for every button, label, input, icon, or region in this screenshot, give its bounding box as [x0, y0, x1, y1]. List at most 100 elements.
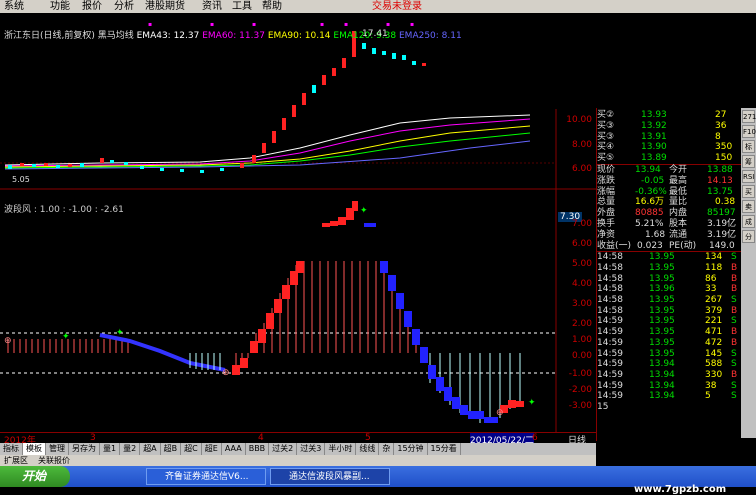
tab-pass3[interactable]: 过关3 — [297, 443, 326, 455]
svg-text:▪: ▪ — [386, 21, 390, 28]
ind-tick: 7.00 — [571, 219, 592, 229]
task-tdx-main[interactable]: 齐鲁证券通达信V6... — [146, 468, 266, 485]
tick-time: 14:58 — [597, 284, 623, 295]
tab-extension[interactable]: 扩展区 — [4, 455, 28, 466]
tab-vol1[interactable]: 量1 — [100, 443, 121, 455]
kline-title: 浙江东日(日线,前复权) 黑马均线 — [4, 31, 134, 41]
side-tool-icon[interactable]: 标 — [742, 140, 755, 153]
tab-indicator[interactable]: 指标 — [0, 443, 23, 455]
tick-tail-label: 15 — [597, 401, 609, 412]
menu-help[interactable]: 帮助 — [262, 0, 282, 13]
buy-vol: 36 — [715, 120, 727, 131]
start-button[interactable]: 开始 — [0, 466, 70, 487]
tick-time: 14:59 — [597, 359, 623, 370]
buy-row: 买② 13.93 27 — [597, 110, 755, 121]
tick-volume: 379 — [705, 305, 723, 316]
menu-function[interactable]: 功能 — [50, 0, 70, 13]
tick-price: 13.96 — [649, 284, 675, 295]
tick-side: B — [731, 327, 738, 338]
buy-price: 13.89 — [641, 153, 667, 164]
stat-row: 净资 1.68 流通 3.19亿 — [597, 230, 755, 241]
tab-super-a[interactable]: 超A — [140, 443, 161, 455]
tab-bbb[interactable]: BBB — [246, 443, 270, 455]
tab-related-quote[interactable]: 关联报价 — [38, 455, 70, 466]
menu-quote[interactable]: 报价 — [82, 0, 102, 13]
buy-price: 13.91 — [641, 131, 667, 142]
tick-volume: 145 — [705, 348, 723, 359]
tab-template[interactable]: 模板 — [23, 443, 46, 455]
buy-label: 买④ — [597, 142, 615, 153]
side-tool-icon[interactable]: 271 — [742, 110, 756, 123]
side-tool-icon[interactable]: 成 — [742, 215, 755, 228]
kline-title-bar: 浙江东日(日线,前复权) 黑马均线 EMA43: 12.37 EMA60: 11… — [4, 28, 462, 41]
tick-side: S — [731, 380, 737, 391]
tab-super-c[interactable]: 超C — [181, 443, 202, 455]
menu-hk-futures[interactable]: 港股期货 — [145, 0, 185, 13]
tick-side: B — [731, 369, 738, 380]
stat-label: PE(动) — [669, 240, 697, 251]
ema43-label: EMA43: 12.37 — [136, 31, 200, 41]
tick-volume: 38 — [705, 380, 717, 391]
ind-tick: 1.00 — [571, 335, 592, 345]
svg-text:✦: ✦ — [360, 206, 368, 216]
ema-lines — [4, 114, 531, 170]
side-tool-icon[interactable]: RSI — [742, 170, 755, 183]
buy-vol: 150 — [715, 153, 733, 164]
side-tool-icon[interactable]: 买 — [742, 185, 755, 198]
menu-news[interactable]: 资讯 — [202, 0, 222, 13]
tick-time: 14:59 — [597, 337, 623, 348]
stat-row: 外盘 80885 内盘 85197 — [597, 208, 755, 219]
buy-price: 13.92 — [641, 120, 667, 131]
tick-price: 13.94 — [649, 369, 675, 380]
tab-super-e[interactable]: 超E — [202, 443, 222, 455]
tick-volume: 33 — [705, 284, 717, 295]
stat-value: 3.19亿 — [707, 229, 737, 240]
tab-misc[interactable]: 杂 — [379, 443, 395, 455]
svg-text:⊕: ⊕ — [222, 368, 230, 378]
tab-manage[interactable]: 管理 — [46, 443, 69, 455]
trade-login-status[interactable]: 交易未登录 — [372, 0, 422, 13]
side-tool-icon[interactable]: F10 — [742, 125, 756, 138]
stat-label: 最低 — [669, 186, 688, 197]
peak-price-label: 17.41 — [362, 29, 388, 39]
stat-value: 5.21% — [635, 218, 664, 229]
stat-value: 3.19亿 — [707, 218, 737, 229]
side-tool-icon[interactable]: 卖 — [742, 200, 755, 213]
menu-tools[interactable]: 工具 — [232, 0, 252, 13]
tick-volume: 86 — [705, 273, 717, 284]
task-tdx-wave[interactable]: 通达信波段风暴副... — [270, 468, 390, 485]
tab-half-hour[interactable]: 半小时 — [325, 443, 357, 455]
tick-side: B — [731, 263, 738, 274]
tab-15min-view[interactable]: 15分看 — [428, 443, 461, 455]
tick-side: S — [731, 252, 737, 263]
ema90-label: EMA90: 10.14 — [267, 31, 331, 41]
tab-lines[interactable]: 线线 — [356, 443, 380, 455]
ind-tick: 6.00 — [571, 239, 592, 249]
tick-side: S — [731, 295, 737, 306]
menu-system[interactable]: 系统 — [4, 0, 24, 13]
tab-pass2[interactable]: 过关2 — [269, 443, 298, 455]
stat-row: 总量 16.6万 量比 0.38 — [597, 197, 755, 208]
tick-row: 14:59 13.95 221 S — [597, 316, 755, 327]
tick-list: 14:58 13.95 134 S 14:58 13.95 118 B 14:58 13.95 86… — [597, 252, 755, 402]
buy-price: 13.90 — [641, 142, 667, 153]
stat-value: 14.13 — [707, 175, 733, 186]
tick-time: 14:59 — [597, 348, 623, 359]
stat-value: 0.023 — [637, 240, 663, 251]
ind-tick: 0.00 — [571, 351, 592, 361]
price-tick: 8.00 — [571, 140, 592, 150]
tab-aaa[interactable]: AAA — [222, 443, 246, 455]
chart-area[interactable]: ⊕ ✦ ✦ ⊕ ✦ ⊕ ✦ ▪ ▪ ▪ ▪ ▪ ▪ ▪ 浙江东日(日线,前复权) 黑马均线 … — [0, 13, 596, 441]
side-tool-icon[interactable]: 筹 — [742, 155, 755, 168]
side-toolbar: 271 F10 标筹 RSI 买卖成分 — [741, 108, 756, 438]
date-label: 4 — [258, 433, 264, 443]
buy-label: 买② — [597, 110, 615, 120]
tab-15min[interactable]: 15分钟 — [394, 443, 428, 455]
tab-save-as[interactable]: 另存为 — [69, 443, 100, 455]
side-tool-icon[interactable]: 分 — [742, 230, 755, 243]
stat-value: 1.68 — [645, 229, 666, 240]
ind-tick: -3.00 — [568, 401, 592, 411]
menu-analysis[interactable]: 分析 — [114, 0, 134, 13]
tab-super-b[interactable]: 超B — [161, 443, 182, 455]
tab-vol2[interactable]: 量2 — [120, 443, 141, 455]
